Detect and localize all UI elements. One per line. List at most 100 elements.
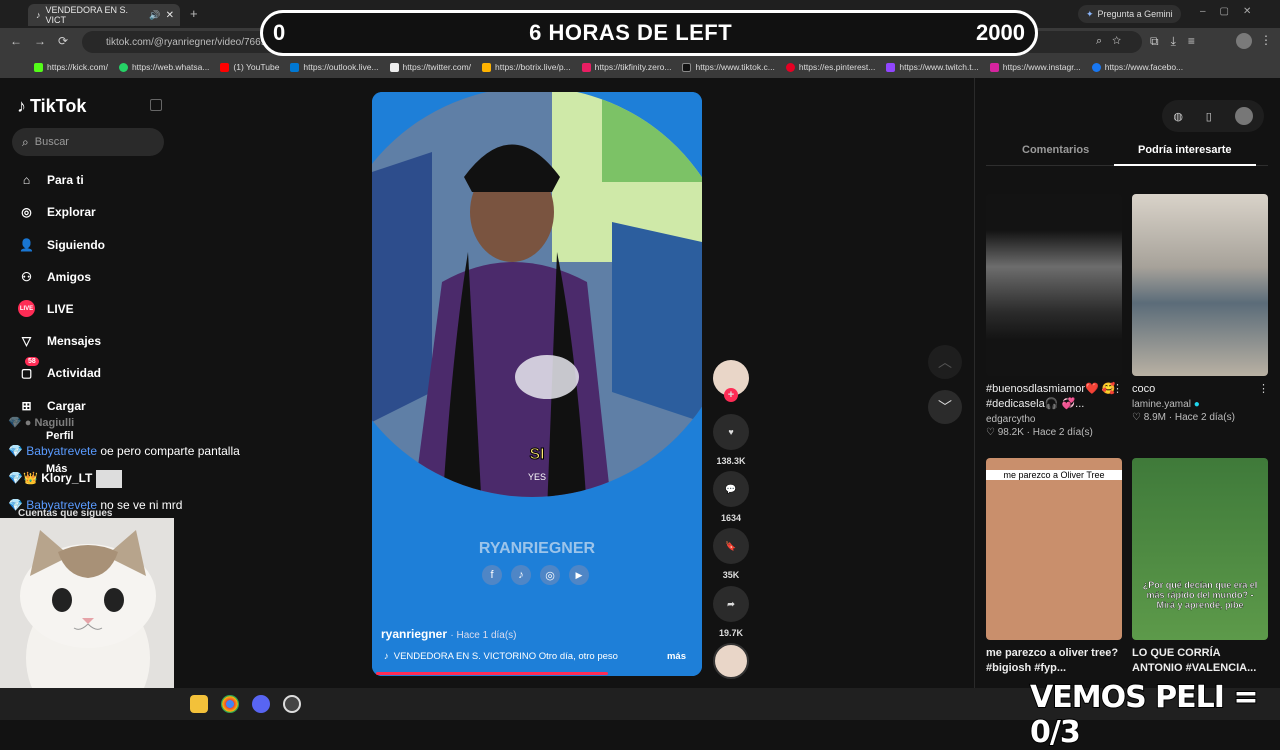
tiktok-logo[interactable]: ♪ TikTok: [17, 96, 86, 117]
chat-message: 💎👑 Klory_LT: [8, 470, 122, 488]
sidebar-item-live[interactable]: LIVE LIVE: [18, 300, 74, 317]
sidebar-item-perfil[interactable]: Perfil: [46, 430, 74, 442]
next-video-button[interactable]: ﹀: [928, 390, 962, 424]
suggested-video-card[interactable]: me parezco a Oliver Tree me parezco a ol…: [986, 458, 1124, 676]
gemini-button[interactable]: ✦ Pregunta a Gemini: [1078, 5, 1181, 23]
music-icon: ♪: [384, 651, 389, 662]
active-tab-indicator: [1114, 164, 1256, 166]
audio-icon: 🔊: [149, 9, 161, 20]
follow-plus-icon[interactable]: +: [724, 388, 738, 402]
suggested-video-card[interactable]: ¿Por qué decían que era el más rápido de…: [1132, 458, 1270, 676]
card-menu-icon[interactable]: ⋮: [1258, 382, 1269, 395]
video-description: ♪ VENDEDORA EN S. VICTORINO Otro día, ot…: [384, 651, 686, 662]
author-avatar[interactable]: +: [712, 360, 750, 402]
video-watermark: RYANRIEGNER: [478, 540, 596, 557]
video-caption-sub: YES: [527, 472, 546, 482]
video-thumbnail: [986, 194, 1122, 376]
gemini-icon: ✦: [1086, 8, 1094, 19]
banner-title: 6 HORAS DE LEFT: [529, 20, 733, 45]
more-link[interactable]: más: [667, 651, 686, 662]
bookmark-item[interactable]: https://www.tiktok.c...: [682, 62, 775, 72]
notification-badge: 58: [25, 357, 39, 366]
sidebar-item-para-ti[interactable]: ⌂ Para ti: [18, 171, 84, 188]
extensions-icons[interactable]: ⧉⤓≡: [1150, 34, 1207, 49]
sidebar-item-actividad[interactable]: ▢ 58 Actividad: [18, 357, 101, 381]
panel-controls[interactable]: ◍ ▯: [1162, 100, 1264, 132]
chrome-icon[interactable]: [221, 695, 239, 713]
instagram-icon: ◎: [540, 565, 560, 585]
tab-comentarios[interactable]: Comentarios: [1022, 144, 1089, 156]
bookmark-icon: 🔖: [713, 528, 749, 564]
close-tab-icon[interactable]: ✕: [166, 10, 174, 21]
video-thumbnail: ¿Por qué decían que era el más rápido de…: [1132, 458, 1268, 640]
card-menu-icon[interactable]: ⋮: [1112, 382, 1123, 395]
search-input[interactable]: ⌕ Buscar: [12, 128, 164, 156]
bookmark-item[interactable]: https://twitter.com/: [389, 62, 471, 72]
compass-icon: ◎: [21, 204, 32, 219]
bookmark-item[interactable]: https://outlook.live...: [290, 62, 379, 72]
user-avatar[interactable]: [1234, 107, 1253, 125]
sidebar-item-amigos[interactable]: ⚇ Amigos: [18, 268, 91, 285]
tiktok-logo-icon: ♪: [17, 96, 26, 116]
bookmark-item[interactable]: https://kick.com/: [34, 62, 108, 72]
upload-icon: ⊞: [21, 398, 32, 413]
collapse-sidebar-icon[interactable]: [150, 99, 162, 111]
bookmark-item[interactable]: (1) YouTube: [220, 62, 279, 72]
video-author[interactable]: ryanriegner · Hace 1 día(s): [381, 627, 517, 641]
video-caption: SI: [529, 446, 545, 464]
nav-buttons[interactable]: ←→⟳: [10, 34, 80, 48]
sidebar-item-mensajes[interactable]: ▽ Mensajes: [18, 332, 101, 349]
bookmark-item[interactable]: https://www.instagr...: [989, 62, 1081, 72]
prev-video-button[interactable]: ︿: [928, 345, 962, 379]
bookmark-item[interactable]: https://web.whatsa...: [118, 62, 209, 72]
share-icon: ➦: [713, 586, 749, 622]
file-explorer-icon[interactable]: [190, 695, 208, 713]
new-tab-button[interactable]: +: [190, 6, 198, 21]
discord-icon[interactable]: [252, 695, 270, 713]
sound-avatar[interactable]: [712, 643, 750, 679]
toolbar-icons[interactable]: ⌕☆: [1096, 35, 1131, 48]
sidebar-item-cargar[interactable]: ⊞ Cargar: [18, 397, 85, 414]
bookmark-item[interactable]: https://www.twitch.t...: [886, 62, 979, 72]
bookmark-item[interactable]: https://botrix.live/p...: [482, 62, 571, 72]
social-icons: f ♪ ◎ ▶: [482, 565, 589, 585]
live-icon: LIVE: [18, 300, 35, 317]
save-button[interactable]: 🔖 35K: [712, 528, 750, 580]
share-button[interactable]: ➦ 19.7K: [712, 586, 750, 638]
menu-icon[interactable]: ⋮: [1260, 33, 1272, 47]
stream-goal-banner: 0 6 HORAS DE LEFT 2000: [260, 10, 1038, 56]
friends-icon: ⚇: [21, 269, 32, 284]
tab-title: VENDEDORA EN S. VICT: [45, 5, 129, 25]
messages-icon: ▽: [21, 333, 32, 348]
like-button[interactable]: ♥ 138.3K: [712, 414, 750, 466]
right-counter: 2000: [976, 20, 1025, 45]
tab-podria-interesarte[interactable]: Podría interesarte: [1138, 144, 1232, 156]
video-thumbnail: [1132, 194, 1268, 376]
home-icon: ⌂: [22, 172, 31, 187]
sidebar-item-siguiendo[interactable]: 👤 Siguiendo: [18, 236, 105, 253]
video-progress-bar[interactable]: [376, 672, 608, 675]
stream-goal-bottom: VEMOS PELI = 0/3: [1029, 679, 1259, 750]
chat-message: 💎 Babyatrevete oe pero comparte pantalla: [8, 444, 240, 458]
video-player[interactable]: [372, 92, 702, 676]
bookmark-item[interactable]: https://tikfinity.zero...: [581, 62, 671, 72]
chevron-up-icon: ︿: [938, 354, 952, 370]
sidebar-item-explorar[interactable]: ◎ Explorar: [18, 203, 95, 220]
activity-icon: ▢ 58: [18, 357, 39, 381]
heart-icon: ♥: [713, 414, 749, 450]
browser-tab[interactable]: ♪ VENDEDORA EN S. VICT 🔊 ✕: [28, 4, 180, 26]
video-thumbnail: me parezco a Oliver Tree: [986, 458, 1122, 640]
bookmarks-bar: https://kick.com/ https://web.whatsa... …: [0, 56, 1280, 78]
suggested-video-card[interactable]: #buenosdlasmiamor❤️ 🥰 #dedicasela🎧 💞... …: [986, 194, 1124, 438]
profile-avatar[interactable]: [1236, 33, 1252, 49]
chat-message: 💎 Babyatrevete no se ve ni mrd: [8, 498, 183, 512]
tiktok-favicon-icon: ♪: [36, 10, 41, 20]
suggested-video-card[interactable]: coco lamine.yamal ● ♡ 8.9M · Hace 2 día(…: [1132, 194, 1270, 423]
verified-icon: ●: [1193, 399, 1200, 410]
bookmark-item[interactable]: https://es.pinterest...: [785, 62, 875, 72]
youtube-icon: ▶: [569, 565, 589, 585]
window-controls[interactable]: –▢✕: [1200, 6, 1265, 17]
obs-icon[interactable]: [283, 695, 301, 713]
comment-button[interactable]: 💬 1634: [712, 471, 750, 523]
bookmark-item[interactable]: https://www.facebo...: [1091, 62, 1183, 72]
